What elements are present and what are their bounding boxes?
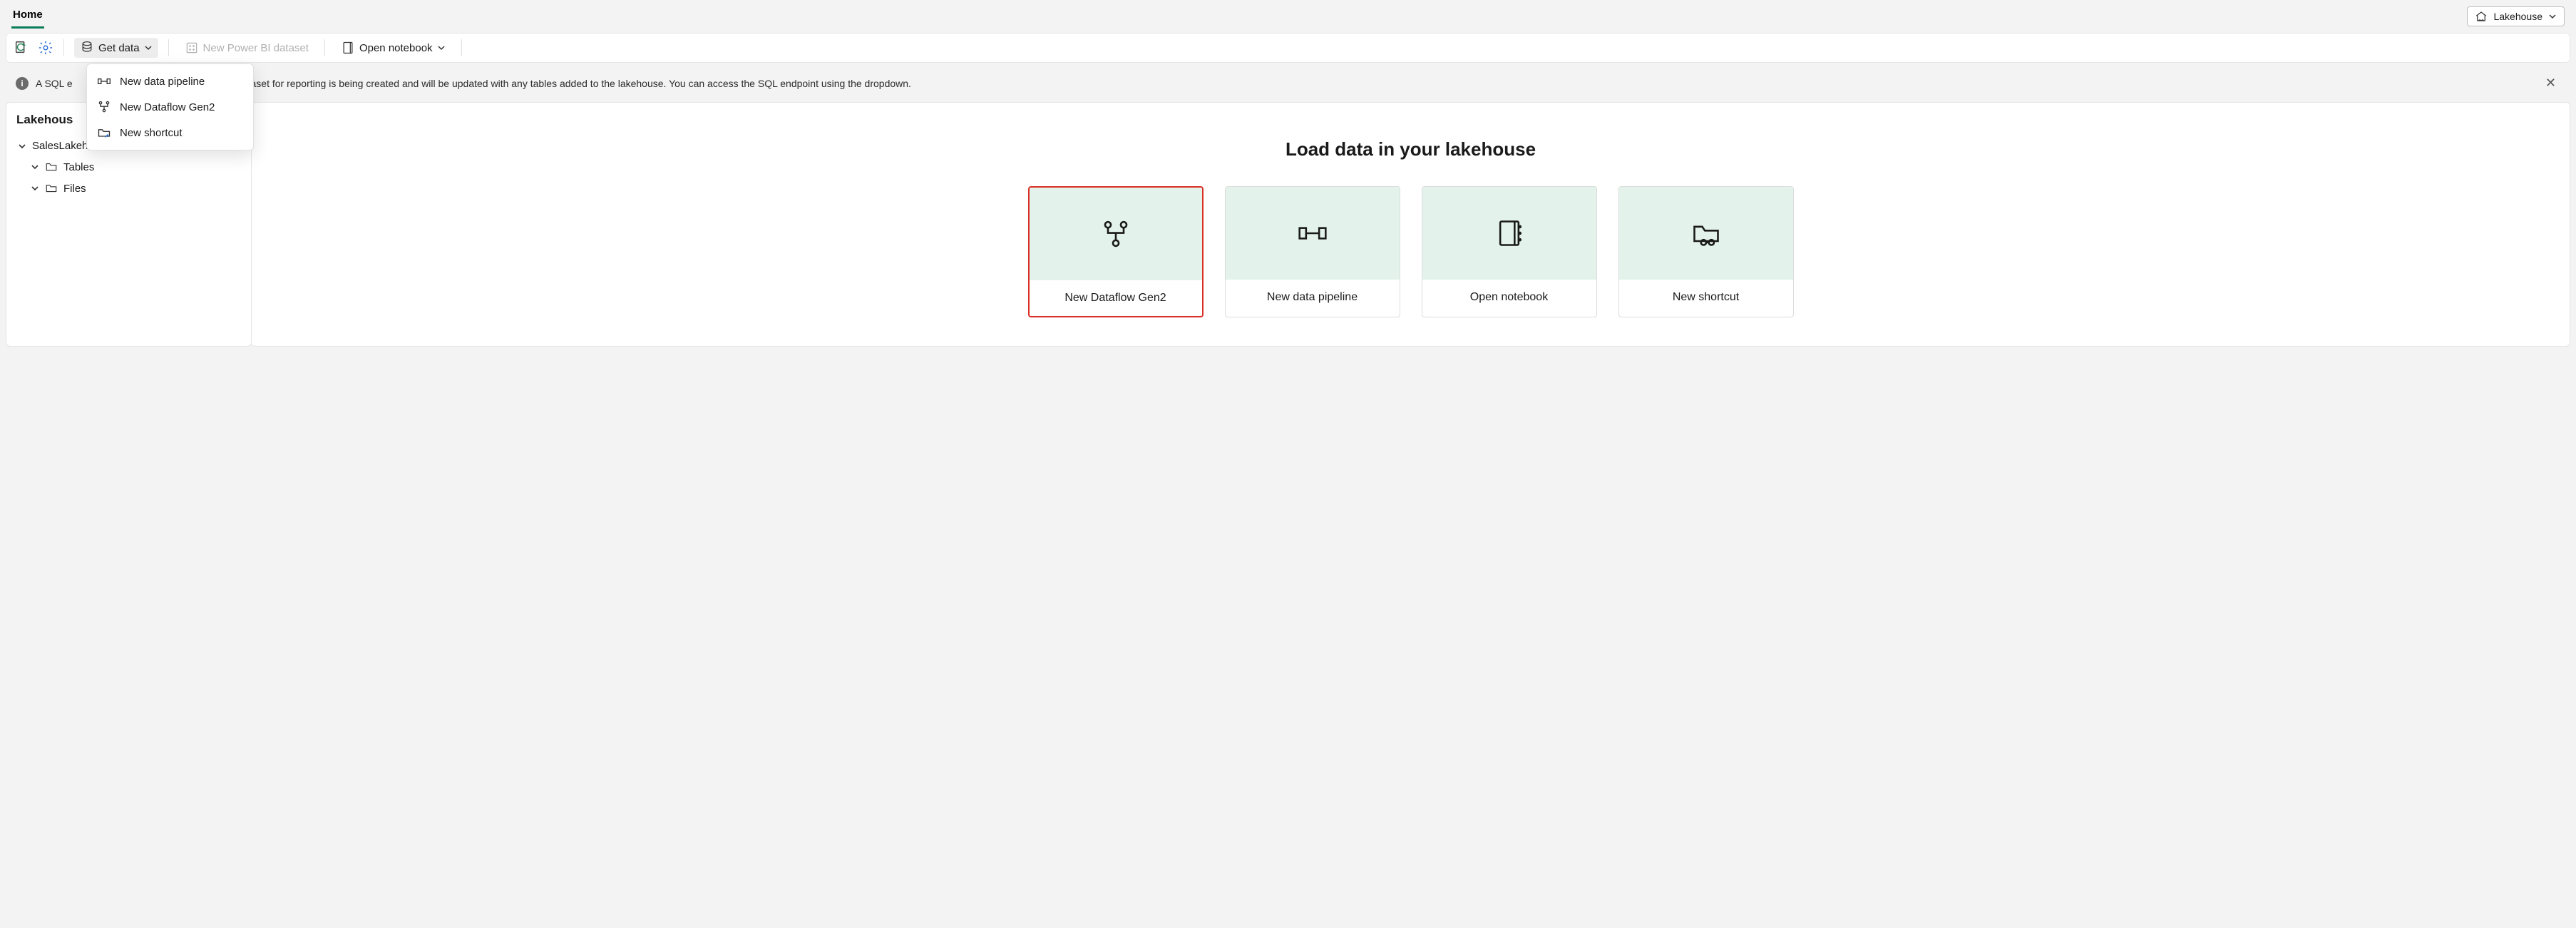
- database-icon: [80, 41, 94, 55]
- menu-item-label: New data pipeline: [120, 76, 205, 88]
- card-new-data-pipeline[interactable]: New data pipeline: [1225, 186, 1400, 317]
- card-label: New shortcut: [1619, 280, 1793, 315]
- lakehouse-type-dropdown[interactable]: Lakehouse: [2467, 6, 2565, 26]
- tree-tables-label: Tables: [63, 161, 94, 173]
- dataflow-icon: [97, 100, 111, 114]
- menu-item-label: New Dataflow Gen2: [120, 101, 215, 113]
- topbar: Home Lakehouse: [0, 0, 2576, 29]
- pipeline-icon: [1297, 218, 1328, 249]
- load-data-cards: New Dataflow Gen2 New data pipeline: [1028, 186, 1794, 317]
- get-data-menu: New data pipeline New Dataflow Gen2 New …: [86, 63, 254, 151]
- menu-new-data-pipeline[interactable]: New data pipeline: [87, 68, 253, 94]
- refresh-icon[interactable]: [14, 40, 29, 56]
- chevron-down-icon: [18, 142, 26, 151]
- card-label: New Dataflow Gen2: [1030, 280, 1202, 316]
- new-powerbi-dataset-label: New Power BI dataset: [203, 42, 309, 54]
- shortcut-icon: [97, 126, 111, 140]
- tree-files-label: Files: [63, 183, 86, 195]
- menu-new-dataflow-gen2[interactable]: New Dataflow Gen2: [87, 94, 253, 120]
- separator: [63, 39, 64, 56]
- lakehouse-dropdown-label: Lakehouse: [2493, 11, 2542, 22]
- separator: [461, 39, 462, 56]
- card-label: New data pipeline: [1226, 280, 1400, 315]
- lakehouse-icon: [2475, 10, 2488, 23]
- folder-icon: [45, 182, 58, 195]
- main-heading: Load data in your lakehouse: [1286, 138, 1536, 160]
- open-notebook-button[interactable]: Open notebook: [335, 38, 451, 58]
- card-new-dataflow-gen2[interactable]: New Dataflow Gen2: [1028, 186, 1204, 317]
- menu-new-shortcut[interactable]: New shortcut: [87, 120, 253, 146]
- tree-files[interactable]: Files: [15, 178, 242, 199]
- main-panel: Load data in your lakehouse New Dataflow…: [252, 102, 2570, 347]
- notebook-icon: [341, 41, 355, 55]
- chevron-down-icon: [2548, 12, 2557, 21]
- dataflow-icon: [1100, 218, 1132, 250]
- settings-icon[interactable]: [38, 40, 53, 56]
- chevron-down-icon: [31, 163, 39, 171]
- notification-bar: i A SQL endpoint is being generated, a d…: [6, 68, 2570, 98]
- open-notebook-label: Open notebook: [359, 42, 433, 54]
- get-data-button[interactable]: Get data: [74, 38, 158, 58]
- info-icon: i: [16, 77, 29, 90]
- card-label: Open notebook: [1422, 280, 1596, 315]
- tab-home[interactable]: Home: [11, 4, 44, 29]
- separator: [168, 39, 169, 56]
- new-powerbi-dataset-button[interactable]: New Power BI dataset: [179, 38, 314, 58]
- ribbon: Get data New Power BI dataset Open noteb…: [6, 33, 2570, 63]
- pipeline-icon: [97, 74, 111, 88]
- chevron-down-icon: [144, 44, 153, 52]
- menu-item-label: New shortcut: [120, 127, 183, 139]
- dataset-icon: [185, 41, 199, 55]
- close-icon[interactable]: ✕: [2541, 76, 2560, 91]
- shortcut-icon: [1690, 218, 1722, 249]
- card-new-shortcut[interactable]: New shortcut: [1618, 186, 1794, 317]
- chevron-down-icon: [31, 184, 39, 193]
- get-data-label: Get data: [98, 42, 140, 54]
- tree-tables[interactable]: Tables: [15, 156, 242, 178]
- notebook-icon: [1494, 218, 1525, 249]
- folder-icon: [45, 160, 58, 173]
- chevron-down-icon: [437, 44, 446, 52]
- separator: [324, 39, 325, 56]
- card-open-notebook[interactable]: Open notebook: [1422, 186, 1597, 317]
